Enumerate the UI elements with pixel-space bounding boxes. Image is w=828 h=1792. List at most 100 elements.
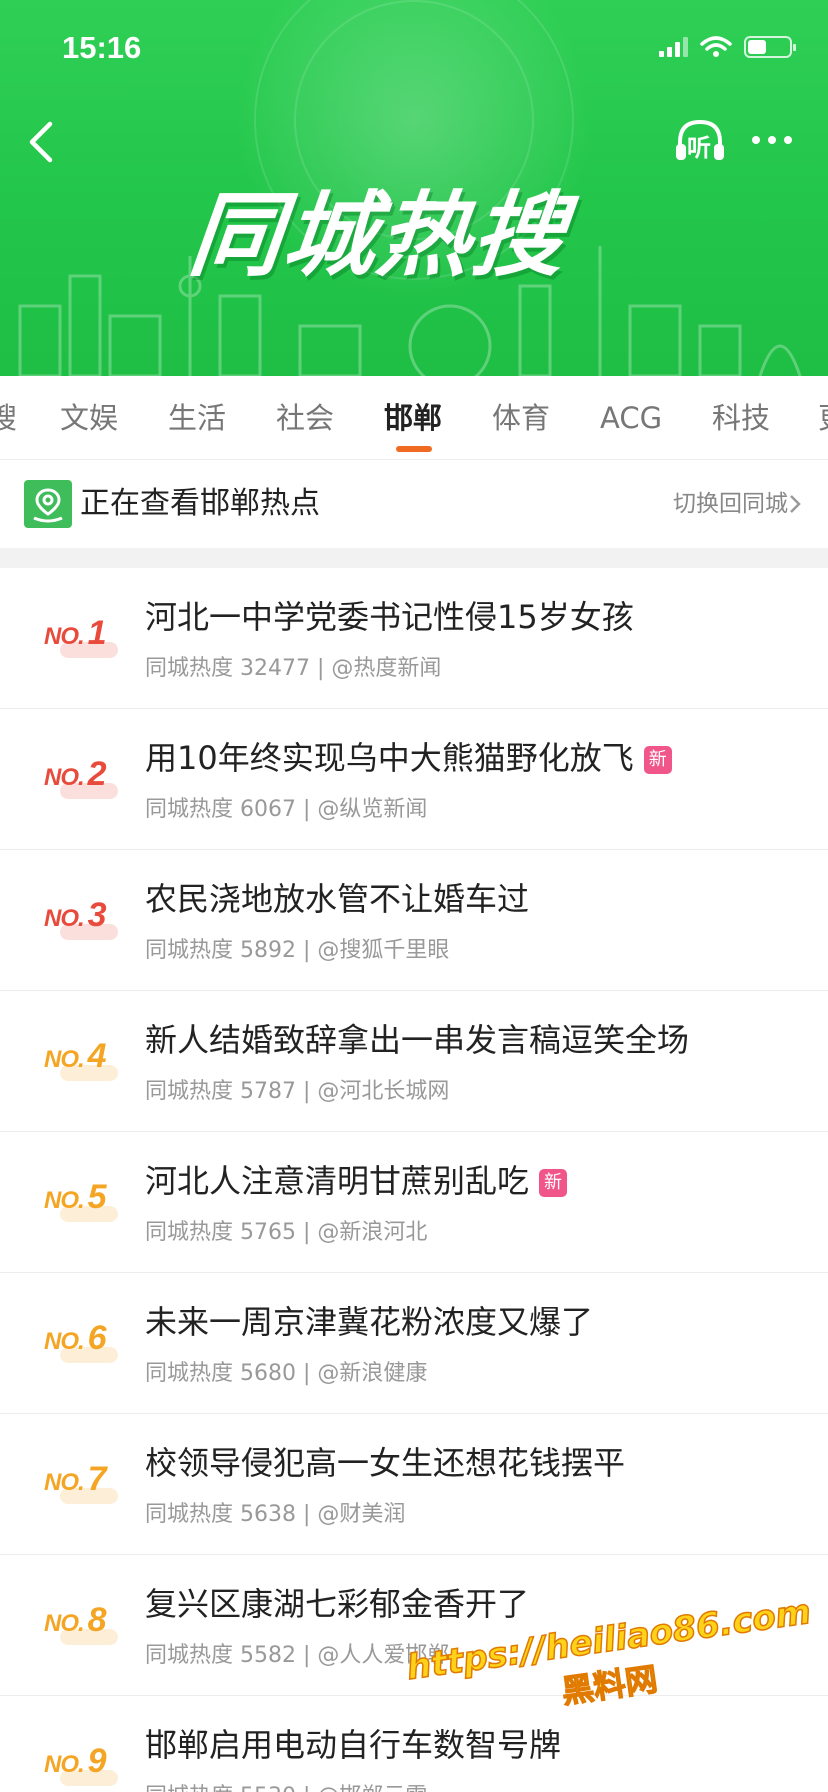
- heat-value: 5787: [240, 1079, 297, 1104]
- item-meta: 同城热度 32477 | @热度新闻: [145, 656, 442, 681]
- location-text: 正在查看邯郸热点: [80, 486, 320, 521]
- banner-title: 同城热搜: [184, 182, 572, 289]
- location-pin-icon: [24, 480, 72, 528]
- category-tabs: 搜文娱生活社会邯郸体育 ACG 科技更: [0, 376, 828, 460]
- list-item[interactable]: NO. 4 新人结婚致辞拿出一串发言稿逗笑全场同城热度 5787 | @河北长城网: [0, 991, 828, 1132]
- listen-button[interactable]: 听: [672, 116, 728, 166]
- rank-swoosh: [60, 1488, 118, 1504]
- list-item[interactable]: NO. 5 河北人注意清明甘蔗别乱吃新同城热度 5765 | @新浪河北: [0, 1132, 828, 1273]
- heat-value: 5892: [240, 938, 297, 963]
- header-banner: 15:16 听 同城热搜: [0, 0, 828, 376]
- item-source: @热度新闻: [331, 656, 442, 681]
- rank-badge: NO. 4: [44, 1037, 124, 1085]
- rank-swoosh: [60, 924, 118, 940]
- heat-prefix: 同城热度: [145, 1220, 234, 1245]
- item-title: 复兴区康湖七彩郁金香开了: [145, 1579, 529, 1625]
- new-badge: 新: [643, 746, 672, 774]
- heat-value: 6067: [240, 797, 297, 822]
- item-meta: 同城热度 5892 | @搜狐千里眼: [145, 938, 450, 963]
- tab-2[interactable]: 生活: [168, 376, 226, 459]
- tab-0[interactable]: 搜: [0, 376, 17, 459]
- more-options-button[interactable]: [752, 124, 802, 156]
- item-title-text: 农民浇地放水管不让婚车过: [145, 880, 530, 918]
- heat-prefix: 同城热度: [145, 656, 234, 681]
- heat-value: 32477: [240, 656, 311, 681]
- item-title-text: 用10年终实现乌中大熊猫野化放飞: [145, 739, 634, 777]
- item-title: 校领导侵犯高一女生还想花钱摆平: [145, 1438, 625, 1484]
- item-meta: 同城热度 5765 | @新浪河北: [145, 1220, 428, 1245]
- listen-label: 听: [687, 134, 711, 162]
- heat-value: 5765: [240, 1220, 297, 1245]
- item-source: @河北长城网: [317, 1079, 450, 1104]
- rank-badge: NO. 5: [44, 1178, 124, 1226]
- list-item[interactable]: NO. 1 河北一中学党委书记性侵15岁女孩同城热度 32477 | @热度新闻: [0, 568, 828, 709]
- item-title-text: 校领导侵犯高一女生还想花钱摆平: [145, 1444, 626, 1482]
- tab-5[interactable]: 体育: [492, 376, 550, 459]
- heat-prefix: 同城热度: [145, 1361, 234, 1386]
- item-title-text: 新人结婚致辞拿出一串发言稿逗笑全场: [145, 1021, 690, 1059]
- item-source: @新浪健康: [317, 1361, 428, 1386]
- heat-prefix: 同城热度: [145, 1502, 234, 1527]
- signal-icon: [659, 37, 688, 57]
- item-title-text: 复兴区康湖七彩郁金香开了: [145, 1585, 530, 1623]
- heat-value: 5638: [240, 1502, 297, 1527]
- heat-value: 5582: [240, 1643, 297, 1668]
- item-source: @搜狐千里眼: [317, 938, 450, 963]
- rank-swoosh: [60, 1629, 118, 1645]
- dot: [784, 136, 792, 144]
- heat-prefix: 同城热度: [145, 938, 234, 963]
- heat-value: 5530: [240, 1784, 296, 1792]
- item-meta: 同城热度 5582 | @人人爱邯郸: [145, 1643, 450, 1668]
- rank-swoosh: [60, 1065, 118, 1081]
- item-title: 未来一周京津冀花粉浓度又爆了: [145, 1297, 593, 1343]
- rank-badge: NO. 3: [44, 896, 124, 944]
- tab-1[interactable]: 文娱: [60, 376, 118, 459]
- heat-prefix: 同城热度: [145, 1784, 233, 1792]
- heat-prefix: 同城热度: [145, 1079, 234, 1104]
- item-title: 河北一中学党委书记性侵15岁女孩: [145, 592, 634, 638]
- item-title-text: 未来一周京津冀花粉浓度又爆了: [145, 1303, 594, 1341]
- item-title-text: 河北一中学党委书记性侵15岁女孩: [145, 598, 634, 636]
- section-divider: [0, 548, 828, 568]
- status-time: 15:16: [62, 30, 142, 65]
- item-title: 新人结婚致辞拿出一串发言稿逗笑全场: [145, 1015, 689, 1061]
- rank-badge: NO. 9: [44, 1742, 124, 1790]
- item-source: @新浪河北: [317, 1220, 428, 1245]
- tab-3[interactable]: 社会: [276, 376, 334, 459]
- item-title: 农民浇地放水管不让婚车过: [145, 874, 529, 920]
- rank-swoosh: [60, 1206, 118, 1222]
- list-item[interactable]: NO. 6 未来一周京津冀花粉浓度又爆了同城热度 5680 | @新浪健康: [0, 1273, 828, 1414]
- tab-4[interactable]: 邯郸: [384, 376, 442, 459]
- tab-8[interactable]: 更: [818, 376, 828, 459]
- battery-icon: [744, 36, 796, 58]
- item-title-text: 河北人注意清明甘蔗别乱吃: [145, 1162, 530, 1200]
- tab-7[interactable]: 科技: [712, 376, 770, 459]
- item-title: 河北人注意清明甘蔗别乱吃新: [145, 1156, 568, 1202]
- rank-swoosh: [60, 1770, 118, 1786]
- list-item[interactable]: NO. 7 校领导侵犯高一女生还想花钱摆平同城热度 5638 | @财美润: [0, 1414, 828, 1555]
- item-source: @邯郸云雷: [317, 1784, 427, 1792]
- item-meta: 同城热度 5787 | @河北长城网: [145, 1079, 450, 1104]
- dot: [768, 136, 776, 144]
- list-item[interactable]: NO. 3 农民浇地放水管不让婚车过同城热度 5892 | @搜狐千里眼: [0, 850, 828, 991]
- rank-badge: NO. 1: [44, 614, 124, 662]
- item-meta: 同城热度 5680 | @新浪健康: [145, 1361, 428, 1386]
- rank-badge: NO. 7: [44, 1460, 124, 1508]
- heat-prefix: 同城热度: [145, 797, 234, 822]
- tab-6[interactable]: ACG: [600, 376, 662, 459]
- item-source: @财美润: [317, 1502, 406, 1527]
- rank-badge: NO. 8: [44, 1601, 124, 1649]
- chevron-right-icon: [790, 495, 801, 513]
- heat-value: 5680: [240, 1361, 297, 1386]
- switch-city-link[interactable]: 切换回同城: [673, 460, 788, 548]
- wifi-icon: [700, 36, 732, 57]
- item-source: @纵览新闻: [317, 797, 428, 822]
- item-meta: 同城热度 6067 | @纵览新闻: [145, 797, 428, 822]
- location-bar: 正在查看邯郸热点 切换回同城: [0, 460, 828, 548]
- item-meta: 同城热度 5638 | @财美润: [145, 1502, 406, 1527]
- rank-swoosh: [60, 642, 118, 658]
- back-arrow-icon[interactable]: [22, 118, 62, 166]
- list-item[interactable]: NO. 2 用10年终实现乌中大熊猫野化放飞新同城热度 6067 | @纵览新闻: [0, 709, 828, 850]
- heat-prefix: 同城热度: [145, 1643, 234, 1668]
- rank-badge: NO. 6: [44, 1319, 124, 1367]
